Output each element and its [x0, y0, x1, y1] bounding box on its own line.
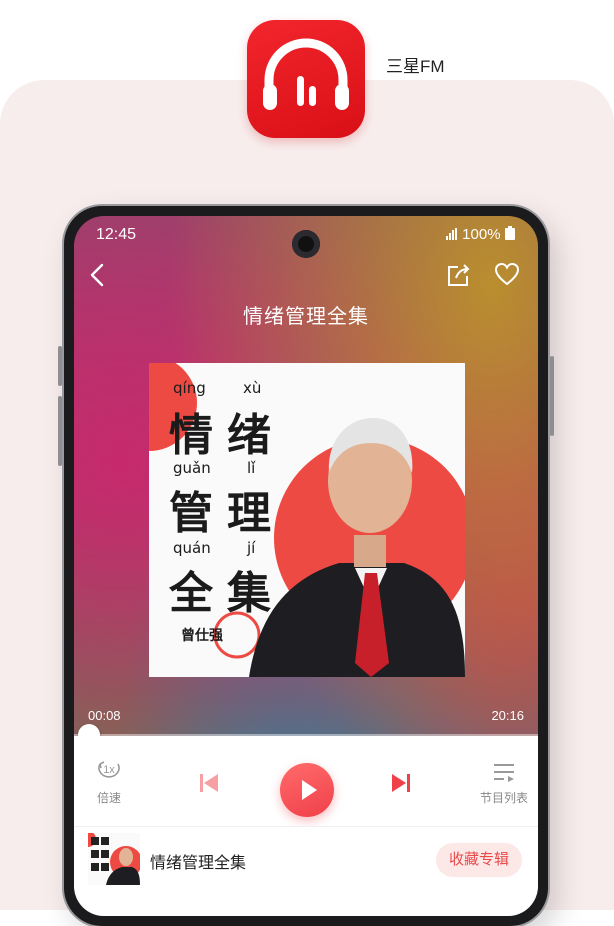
speed-label: 倍速 — [96, 791, 121, 805]
power-button — [550, 356, 554, 436]
cover-author: 曾仕强 — [181, 628, 223, 644]
pinyin-ji: jí — [247, 539, 256, 557]
volume-button-2 — [58, 396, 62, 466]
album-title[interactable]: 情绪管理全集 — [150, 849, 246, 873]
phone-frame: 12:45 100% 情绪管理全集 qíng xù 情 绪 guǎn lǐ 管 … — [58, 206, 554, 926]
album-thumbnail[interactable] — [88, 833, 140, 885]
app-name: 三星FM — [386, 57, 445, 76]
album-bar: 情绪管理全集 收藏专辑 — [74, 826, 538, 916]
battery-percent: 100% — [462, 226, 501, 243]
playlist-icon[interactable] — [492, 762, 516, 789]
pinyin-xu: xù — [243, 379, 262, 397]
next-icon[interactable] — [392, 774, 410, 797]
cover-char-xu: 绪 — [227, 410, 271, 461]
app-icon[interactable] — [247, 20, 365, 138]
player-title: 情绪管理全集 — [243, 306, 369, 328]
headphones-icon — [263, 38, 349, 110]
total-time: 20:16 — [491, 708, 524, 723]
play-button[interactable] — [280, 763, 334, 817]
speed-icon-text: 1x — [103, 764, 115, 776]
battery-icon — [504, 226, 515, 244]
cover-char-qing: 情 — [169, 410, 213, 461]
playback-controls: 1x 倍速 节目列表 — [74, 736, 538, 826]
pinyin-li: lǐ — [247, 459, 256, 477]
album-cover: qíng xù 情 绪 guǎn lǐ 管 理 quán jí 全 集 曾仕强 — [149, 363, 465, 677]
cover-char-guan: 管 — [169, 488, 213, 539]
current-time: 00:08 — [88, 708, 121, 723]
speed-button[interactable]: 1x — [94, 760, 124, 786]
pinyin-quan: quán — [173, 539, 211, 557]
cover-char-ji: 集 — [227, 568, 271, 619]
front-camera — [292, 230, 320, 258]
status-time: 12:45 — [96, 226, 137, 243]
cover-char-li: 理 — [227, 488, 271, 539]
heart-icon[interactable] — [494, 262, 520, 291]
previous-icon[interactable] — [200, 774, 218, 797]
favorite-album-button[interactable]: 收藏专辑 — [436, 843, 522, 877]
share-icon[interactable] — [446, 262, 472, 293]
status-right: 100% — [446, 226, 515, 244]
cover-char-quan: 全 — [169, 568, 213, 619]
player-screen: 12:45 100% 情绪管理全集 qíng xù 情 绪 guǎn lǐ 管 … — [74, 216, 538, 916]
back-icon[interactable] — [88, 262, 106, 293]
pinyin-guan: guǎn — [173, 459, 211, 477]
pinyin-qing: qíng — [173, 379, 206, 397]
volume-button — [58, 346, 62, 386]
signal-icon — [446, 227, 458, 244]
playlist-label[interactable]: 节目列表 — [474, 789, 534, 806]
play-icon — [302, 780, 317, 800]
